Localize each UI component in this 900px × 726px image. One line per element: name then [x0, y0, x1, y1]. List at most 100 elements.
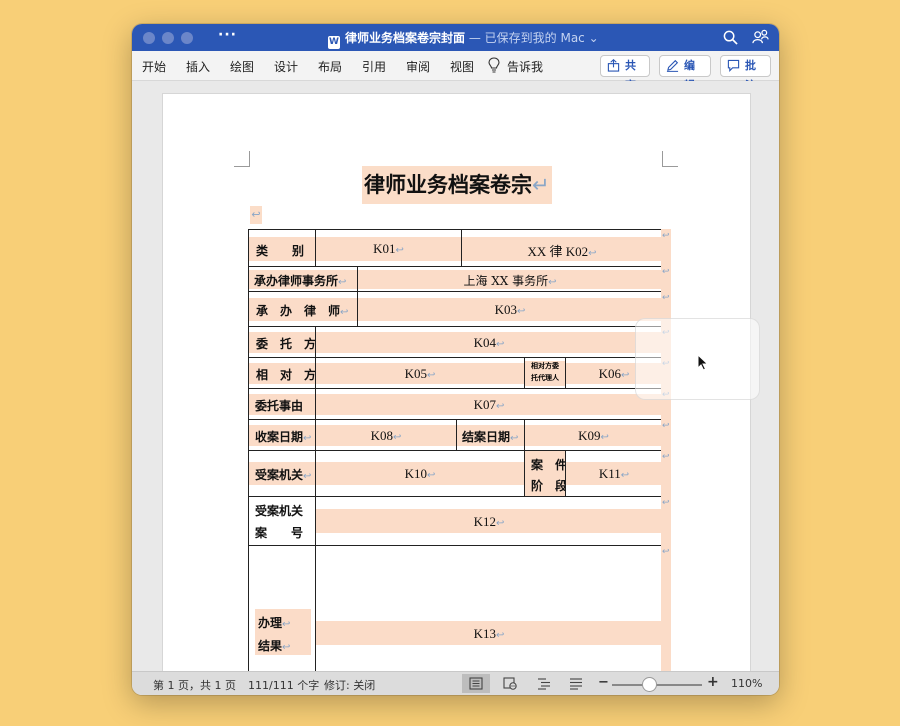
lawyer-label: 承 办 律 师↩	[256, 304, 349, 318]
tab-design[interactable]: 设计	[274, 58, 298, 75]
close-date-label-cell[interactable]: 结案日期↩	[456, 419, 525, 451]
case-number-value-cell[interactable]: K12↩	[315, 496, 663, 546]
matter-label: 委托事由	[255, 399, 304, 413]
category-value-1: K01↩	[373, 241, 404, 256]
category-label-cell[interactable]: 类 别	[248, 229, 316, 267]
zoom-slider-thumb[interactable]	[642, 677, 658, 692]
row-end-mark: ↩	[662, 231, 670, 241]
category-suffix-cell[interactable]: XX 律 K02↩	[461, 229, 663, 267]
tab-home[interactable]: 开始	[142, 58, 166, 75]
tab-draw[interactable]: 绘图	[230, 58, 254, 75]
tab-layout[interactable]: 布局	[318, 58, 342, 75]
result-label-1: 办理↩	[258, 616, 291, 630]
zoom-out-button[interactable]: −	[598, 675, 609, 690]
zoom-window-button[interactable]	[181, 32, 193, 44]
web-layout-view-button[interactable]	[496, 674, 524, 693]
authority-label: 受案机关↩	[255, 468, 312, 482]
document-canvas[interactable]: 律师业务档案卷宗↵ ↩ 类 别 K01↩ XX 律 K02↩ 承办律师事务所↩ …	[132, 81, 779, 671]
crop-mark	[662, 151, 678, 167]
document-title[interactable]: W 律师业务档案卷宗封面 — 已保存到我的 Mac ⌄	[328, 29, 599, 49]
firm-value-cell[interactable]: 上海 XX 事务所↩	[357, 266, 663, 292]
matter-label-cell[interactable]: 委托事由	[248, 388, 316, 420]
lawyer-value-cell[interactable]: K03↩	[357, 291, 663, 327]
close-window-button[interactable]	[143, 32, 155, 44]
outline-icon	[538, 678, 550, 690]
title-bar: ··· W 律师业务档案卷宗封面 — 已保存到我的 Mac ⌄	[132, 24, 779, 51]
zoom-level[interactable]: 110%	[731, 677, 762, 690]
firm-label: 承办律师事务所↩	[254, 274, 347, 288]
word-doc-icon: W	[328, 36, 340, 49]
close-date-value-cell[interactable]: K09↩	[524, 419, 663, 451]
paragraph-mark: ↵	[532, 173, 550, 197]
search-icon[interactable]	[723, 30, 738, 45]
accept-date-label-cell[interactable]: 收案日期↩	[248, 419, 316, 451]
lightbulb-icon	[488, 57, 500, 73]
opponent-value-cell[interactable]: K05↩	[315, 357, 525, 389]
word-window: ··· W 律师业务档案卷宗封面 — 已保存到我的 Mac ⌄ 开始 插入 绘图 …	[132, 24, 779, 695]
status-bar: 第 1 页，共 1 页 111/111 个字 修订: 关闭 − + 110%	[132, 671, 779, 695]
opponent-label: 相 对 方	[256, 368, 316, 382]
page-title[interactable]: 律师业务档案卷宗↵	[362, 166, 552, 204]
minimize-window-button[interactable]	[162, 32, 174, 44]
category-value-cell[interactable]: K01↩	[315, 229, 462, 267]
result-value-cell[interactable]: K13↩	[315, 545, 663, 671]
word-count[interactable]: 111/111 个字	[248, 677, 319, 693]
stage-value-cell[interactable]: K11↩	[565, 450, 663, 497]
chevron-down-icon[interactable]: ⌄	[585, 31, 599, 45]
tab-view[interactable]: 视图	[450, 58, 474, 75]
opponent-value: K05↩	[404, 366, 436, 381]
row-end-mark: ↩	[662, 452, 670, 462]
tell-me-search[interactable]: 告诉我	[507, 58, 543, 75]
authority-value: K10↩	[404, 466, 436, 481]
result-label-2: 结果↩	[258, 639, 291, 653]
draft-view-button[interactable]	[562, 674, 590, 693]
stage-label-cell[interactable]: 案 件 阶 段	[524, 450, 566, 497]
client-value-cell[interactable]: K04↩	[315, 326, 663, 358]
draft-icon	[570, 678, 582, 690]
client-label-cell[interactable]: 委 托 方	[248, 326, 316, 358]
stage-value: K11↩	[598, 466, 630, 481]
zoom-in-button[interactable]: +	[707, 674, 719, 690]
save-status: — 已保存到我的 Mac	[465, 31, 585, 45]
share-button[interactable]: 共享	[600, 55, 650, 92]
people-icon[interactable]	[752, 29, 769, 46]
authority-label-cell[interactable]: 受案机关↩	[248, 450, 316, 497]
category-label: 类 别	[256, 244, 305, 258]
tab-review[interactable]: 审阅	[406, 58, 430, 75]
accept-date-label: 收案日期↩	[255, 430, 312, 444]
archive-cover-table: 类 别 K01↩ XX 律 K02↩ 承办律师事务所↩ 上海 XX 事务所↩ 承…	[248, 229, 663, 671]
edit-button[interactable]: 编辑	[659, 55, 711, 92]
track-changes-status[interactable]: 修订: 关闭	[324, 677, 375, 693]
lawyer-value: K03↩	[494, 302, 526, 317]
accept-date-value: K08↩	[370, 428, 402, 443]
client-value: K04↩	[473, 335, 505, 350]
tab-insert[interactable]: 插入	[186, 58, 210, 75]
empty-paragraph-mark[interactable]: ↩	[250, 206, 262, 224]
accept-date-value-cell[interactable]: K08↩	[315, 419, 457, 451]
firm-value: 上海 XX 事务所↩	[463, 274, 557, 288]
comment-button[interactable]: 批注	[720, 55, 771, 92]
close-date-value: K09↩	[578, 428, 609, 443]
pencil-icon	[666, 59, 679, 72]
case-number-label-2: 案 号	[255, 526, 304, 540]
opponent-agent-label-cell[interactable]: 相对方委 托代理人	[524, 357, 566, 389]
lawyer-label-cell[interactable]: 承 办 律 师↩	[248, 291, 358, 327]
matter-value-cell[interactable]: K07↩	[315, 388, 663, 420]
comment-icon	[727, 59, 740, 72]
firm-label-cell[interactable]: 承办律师事务所↩	[248, 266, 358, 292]
case-number-label-cell[interactable]: 受案机关 案 号	[248, 496, 316, 546]
more-options-icon[interactable]: ···	[218, 27, 237, 43]
crop-mark	[234, 151, 250, 167]
result-label-cell[interactable]: 办理↩ 结果↩	[248, 545, 316, 671]
opponent-label-cell[interactable]: 相 对 方	[248, 357, 316, 389]
opponent-agent-label-2: 托代理人	[531, 374, 559, 382]
print-layout-view-button[interactable]	[462, 674, 490, 693]
mouse-cursor-icon	[697, 354, 709, 371]
page-count[interactable]: 第 1 页，共 1 页	[153, 677, 236, 693]
tab-references[interactable]: 引用	[362, 58, 386, 75]
authority-value-cell[interactable]: K10↩	[315, 450, 525, 497]
row-end-mark: ↩	[662, 293, 670, 303]
row-end-mark: ↩	[662, 547, 670, 557]
print-layout-icon	[469, 677, 483, 690]
outline-view-button[interactable]	[530, 674, 558, 693]
